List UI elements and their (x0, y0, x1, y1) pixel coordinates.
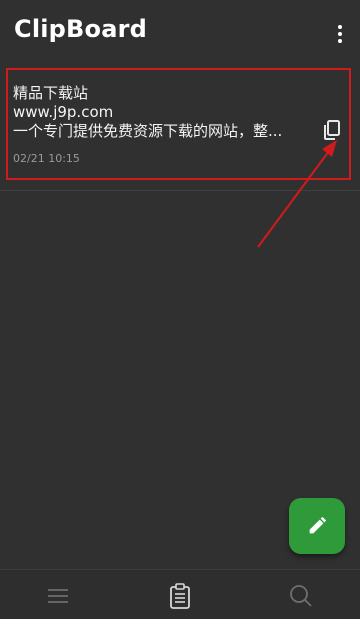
copy-button[interactable] (320, 118, 344, 142)
clip-content: 精品下载站 www.j9p.com 一个专门提供免费资源下载的网站，整... (13, 84, 313, 141)
bottom-navigation (0, 569, 360, 619)
menu-icon (48, 589, 68, 603)
app-header: ClipBoard (0, 0, 360, 64)
nav-menu-button[interactable] (45, 583, 71, 609)
more-vertical-icon (338, 25, 342, 43)
clip-line: 一个专门提供免费资源下载的网站，整... (13, 122, 283, 140)
copy-icon (324, 120, 340, 140)
clipboard-app: ClipBoard 精品下载站 www.j9p.com 一个专门提供免费资源下载… (0, 0, 360, 619)
new-clip-fab[interactable] (289, 498, 345, 554)
nav-search-button[interactable] (288, 583, 314, 609)
clip-line: www.j9p.com (13, 103, 114, 121)
overflow-menu-button[interactable] (330, 22, 350, 46)
app-title: ClipBoard (14, 15, 148, 43)
clip-line: 精品下载站 (13, 84, 89, 102)
search-icon (290, 585, 312, 607)
clipboard-icon (170, 583, 190, 609)
pencil-icon (309, 516, 327, 534)
nav-clipboard-button[interactable] (167, 583, 193, 609)
clip-timestamp: 02/21 10:15 (13, 152, 80, 165)
clip-list-item[interactable]: 精品下载站 www.j9p.com 一个专门提供免费资源下载的网站，整... 0… (0, 66, 360, 191)
